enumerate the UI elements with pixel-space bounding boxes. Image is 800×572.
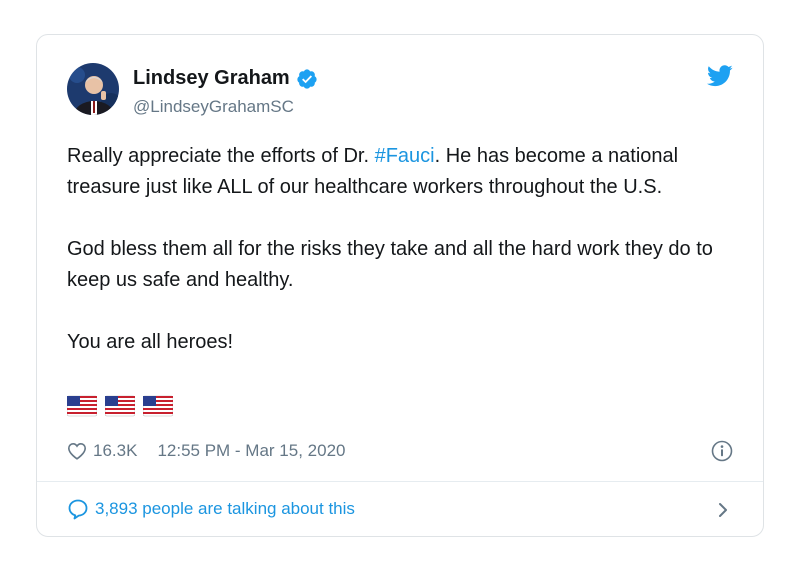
- tweet-paragraph-1: Really appreciate the efforts of Dr. #Fa…: [67, 141, 727, 203]
- divider: [37, 481, 763, 482]
- conversation-link[interactable]: 3,893 people are talking about this: [67, 498, 355, 520]
- reply-bubble-icon: [68, 499, 88, 520]
- conversation-count-label[interactable]: 3,893 people are talking about this: [95, 499, 355, 519]
- tweet-paragraph-2: God bless them all for the risks they ta…: [67, 238, 713, 291]
- tweet-text: Really appreciate the efforts of Dr. #Fa…: [67, 141, 727, 358]
- tweet-timestamp[interactable]: 12:55 PM - Mar 15, 2020: [157, 441, 345, 461]
- author-name[interactable]: Lindsey Graham: [133, 67, 290, 90]
- chevron-right-icon[interactable]: [717, 501, 729, 519]
- like-count[interactable]: 16.3K: [93, 441, 137, 461]
- us-flag-emoji-icon: [105, 395, 135, 417]
- tweet-card[interactable]: Lindsey Graham @LindseyGrahamSC Really a…: [36, 34, 764, 537]
- tweet-paragraph-3: You are all heroes!: [67, 331, 234, 353]
- us-flag-emoji-icon: [67, 395, 97, 417]
- flag-emoji-row: [67, 395, 173, 417]
- twitter-bird-icon[interactable]: [707, 65, 733, 87]
- verified-badge-icon: [297, 68, 317, 89]
- info-icon[interactable]: [711, 440, 733, 462]
- like-heart-icon[interactable]: [67, 442, 87, 460]
- hashtag-link[interactable]: #Fauci: [375, 145, 435, 167]
- tweet-meta-row: 16.3K 12:55 PM - Mar 15, 2020: [67, 441, 345, 461]
- avatar[interactable]: [67, 63, 119, 115]
- author-handle[interactable]: @LindseyGrahamSC: [133, 97, 294, 117]
- us-flag-emoji-icon: [143, 395, 173, 417]
- tweet-text-segment: Really appreciate the efforts of Dr.: [67, 145, 375, 167]
